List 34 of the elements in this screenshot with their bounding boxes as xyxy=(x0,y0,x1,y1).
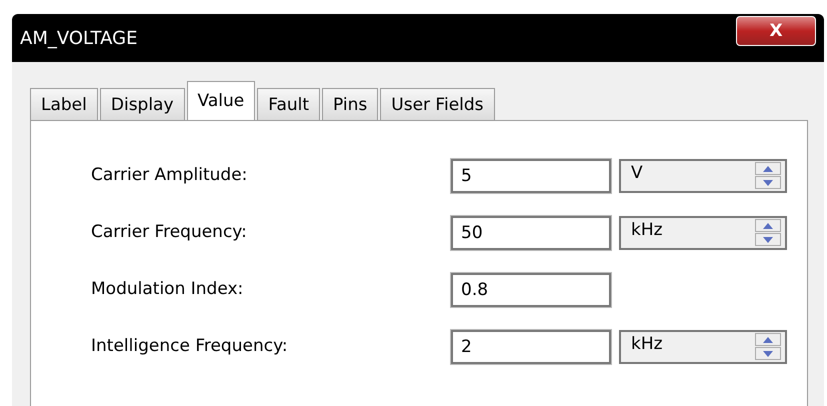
input-field[interactable]: 0.8 xyxy=(451,272,611,306)
up-arrow-icon xyxy=(763,222,773,228)
spin-down-button[interactable] xyxy=(755,176,781,189)
unit-text: kHz xyxy=(631,332,663,356)
down-arrow-icon xyxy=(763,350,773,356)
window-title: AM_VOLTAGE xyxy=(20,26,138,50)
field-label: Modulation Index: xyxy=(91,278,244,301)
spin-down-button[interactable] xyxy=(755,347,781,360)
tab[interactable]: Fault xyxy=(257,88,320,120)
unit-spinner[interactable]: V xyxy=(619,158,787,192)
field-label: Intelligence Frequency: xyxy=(91,334,289,358)
tab[interactable]: User Fields xyxy=(380,88,495,120)
close-button[interactable]: X xyxy=(736,16,816,46)
field-label: Carrier Frequency: xyxy=(91,220,248,244)
spin-down-button[interactable] xyxy=(755,233,781,246)
up-arrow-icon xyxy=(763,336,773,342)
unit-spinner[interactable]: kHz xyxy=(619,216,787,250)
input-field[interactable]: 2 xyxy=(451,330,611,364)
unit-spinner[interactable]: kHz xyxy=(619,330,787,364)
tab[interactable]: Pins xyxy=(322,88,378,120)
spin-up-button[interactable] xyxy=(755,333,781,346)
spin-up-button[interactable] xyxy=(755,219,781,232)
down-arrow-icon xyxy=(763,180,773,186)
unit-text: V xyxy=(631,162,643,184)
input-field[interactable]: 5 xyxy=(451,158,611,192)
tab[interactable]: Value xyxy=(186,81,256,120)
unit-text: kHz xyxy=(631,218,663,242)
tab[interactable]: Display xyxy=(100,88,185,120)
spin-up-button[interactable] xyxy=(755,162,781,175)
down-arrow-icon xyxy=(763,236,773,242)
input-field[interactable]: 50 xyxy=(451,216,611,250)
tab[interactable]: Label xyxy=(30,88,98,120)
field-label: Carrier Amplitude: xyxy=(91,164,248,187)
up-arrow-icon xyxy=(763,166,773,172)
